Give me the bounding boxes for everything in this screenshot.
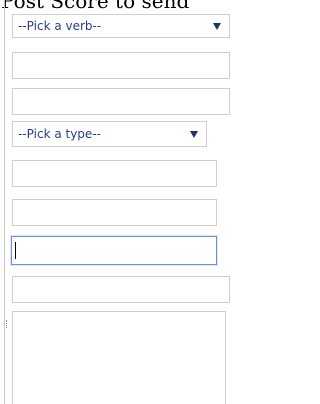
type-select[interactable]: --Pick a type-- [12,121,207,147]
left-divider [4,0,5,404]
message-textarea[interactable] [12,311,226,404]
resize-marker [6,320,10,328]
type-select-value: --Pick a type-- [18,127,101,141]
chevron-down-icon [213,22,221,30]
verb-select-value: --Pick a verb-- [18,19,102,33]
text-field-6[interactable] [12,276,230,303]
verb-select[interactable]: --Pick a verb-- [12,14,230,38]
text-field-1[interactable] [12,52,230,79]
score-form: Post Score to send --Pick a verb-- --Pic… [0,0,247,404]
text-field-3[interactable] [12,160,217,187]
form-heading: Post Score to send [1,0,190,13]
text-field-2[interactable] [12,88,230,115]
text-field-5-focused[interactable] [11,236,217,265]
chevron-down-icon [190,130,198,138]
text-field-4[interactable] [12,199,217,226]
text-cursor [15,242,16,259]
